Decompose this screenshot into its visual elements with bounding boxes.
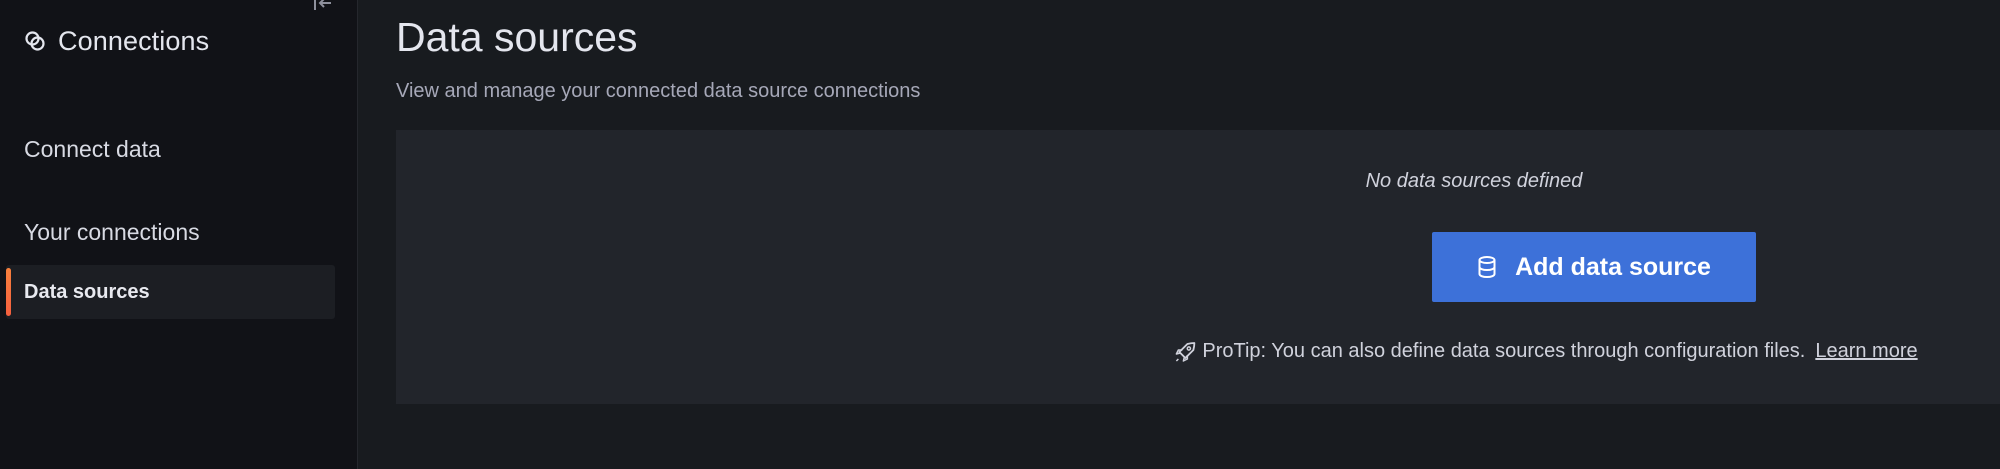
dock-left-icon xyxy=(314,0,331,10)
add-data-source-label: Add data source xyxy=(1515,252,1711,281)
app-root: Connections Connect data Your connection… xyxy=(0,0,2000,469)
nav-connect-data[interactable]: Connect data xyxy=(24,136,161,163)
page-title: Data sources xyxy=(396,14,638,60)
learn-more-link[interactable]: Learn more xyxy=(1815,340,1917,363)
link-icon xyxy=(24,30,46,52)
sidebar-item-data-sources[interactable]: Data sources xyxy=(6,265,335,319)
active-indicator xyxy=(6,268,11,316)
database-icon xyxy=(1478,256,1496,279)
empty-state-panel: No data sources defined Add data source xyxy=(396,130,2000,404)
page-subtitle: View and manage your connected data sour… xyxy=(396,80,921,102)
protip: ProTip: You can also define data sources… xyxy=(1174,340,1918,363)
sidebar-item-label: Data sources xyxy=(24,280,150,303)
add-data-source-button[interactable]: Add data source xyxy=(1432,232,1756,302)
collapse-sidebar-button[interactable] xyxy=(310,0,336,14)
main-content: Data sources View and manage your connec… xyxy=(359,0,2000,469)
nav-your-connections[interactable]: Your connections xyxy=(24,219,200,246)
sidebar: Connections Connect data Your connection… xyxy=(0,0,358,469)
protip-text: ProTip: You can also define data sources… xyxy=(1202,340,1806,362)
sidebar-title: Connections xyxy=(58,25,210,56)
sidebar-header: Connections xyxy=(24,24,209,58)
empty-state-message: No data sources defined xyxy=(1365,170,1583,192)
rocket-icon xyxy=(1175,341,1196,362)
